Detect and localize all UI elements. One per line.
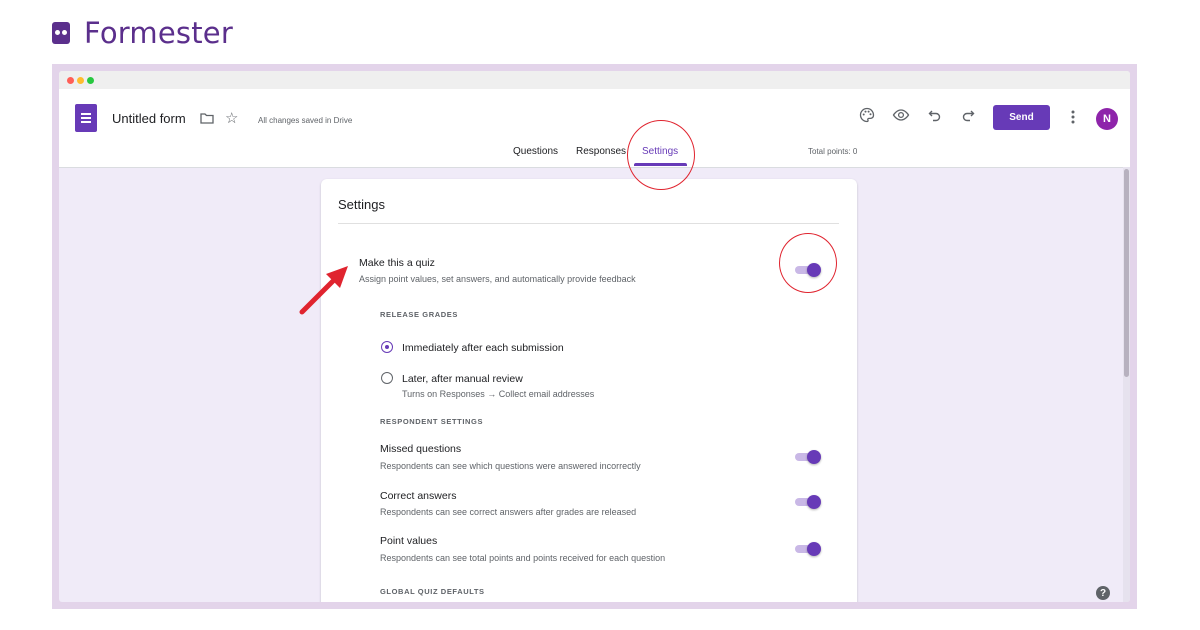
browser-window: Untitled form ☆ All changes saved in Dri… <box>59 71 1130 602</box>
release-immediately-radio[interactable] <box>381 341 393 353</box>
quiz-toggle-label: Make this a quiz <box>359 257 435 269</box>
settings-card: Settings Make this a quiz Assign point v… <box>321 179 857 602</box>
settings-card-title: Settings <box>338 197 385 212</box>
release-later-radio[interactable] <box>381 372 393 384</box>
annotation-arrow-icon <box>299 266 348 315</box>
point-values-description: Respondents can see total points and poi… <box>380 553 666 563</box>
formester-logo-icon <box>52 22 70 44</box>
missed-questions-description: Respondents can see which questions were… <box>380 461 641 471</box>
more-options-icon[interactable] <box>1069 106 1077 128</box>
help-icon[interactable]: ? <box>1096 586 1110 600</box>
release-later-label[interactable]: Later, after manual review <box>402 373 523 385</box>
maximize-window-dot[interactable] <box>87 77 94 84</box>
settings-tab-highlight-circle <box>627 120 695 190</box>
correct-answers-toggle[interactable] <box>793 494 821 510</box>
star-icon[interactable]: ☆ <box>225 109 238 127</box>
minimize-window-dot[interactable] <box>77 77 84 84</box>
form-header: Untitled form ☆ All changes saved in Dri… <box>59 89 1130 168</box>
correct-answers-description: Respondents can see correct answers afte… <box>380 507 637 517</box>
global-quiz-defaults-heading: GLOBAL QUIZ DEFAULTS <box>380 587 485 596</box>
point-values-toggle[interactable] <box>793 541 821 557</box>
release-grades-heading: RELEASE GRADES <box>380 310 458 319</box>
account-avatar[interactable]: N <box>1096 108 1118 130</box>
folder-icon[interactable] <box>200 113 214 124</box>
save-status: All changes saved in Drive <box>258 116 353 125</box>
redo-icon[interactable] <box>960 107 976 123</box>
missed-questions-label: Missed questions <box>380 443 462 455</box>
form-title[interactable]: Untitled form <box>112 111 186 126</box>
tab-responses[interactable]: Responses <box>576 146 626 157</box>
undo-icon[interactable] <box>927 107 943 123</box>
settings-divider <box>338 223 839 224</box>
missed-questions-toggle[interactable] <box>793 449 821 465</box>
window-titlebar <box>59 71 1130 89</box>
formester-brand: Formester <box>52 16 233 50</box>
brand-name: Formester <box>84 16 233 50</box>
point-values-label: Point values <box>380 535 438 547</box>
google-forms-icon[interactable] <box>75 104 97 132</box>
release-immediately-label[interactable]: Immediately after each submission <box>402 342 564 354</box>
palette-icon[interactable] <box>859 107 875 123</box>
send-button[interactable]: Send <box>993 105 1050 130</box>
close-window-dot[interactable] <box>67 77 74 84</box>
release-later-sublabel: Turns on Responses → Collect email addre… <box>402 389 595 399</box>
scrollbar-thumb[interactable] <box>1124 169 1129 377</box>
total-points: Total points: 0 <box>808 147 858 156</box>
tab-questions[interactable]: Questions <box>513 146 558 157</box>
quiz-toggle-highlight-circle <box>779 233 837 293</box>
correct-answers-label: Correct answers <box>380 490 457 502</box>
preview-eye-icon[interactable] <box>892 107 910 123</box>
respondent-settings-heading: RESPONDENT SETTINGS <box>380 417 484 426</box>
quiz-toggle-description: Assign point values, set answers, and au… <box>359 274 636 284</box>
browser-frame: Untitled form ☆ All changes saved in Dri… <box>52 64 1137 609</box>
